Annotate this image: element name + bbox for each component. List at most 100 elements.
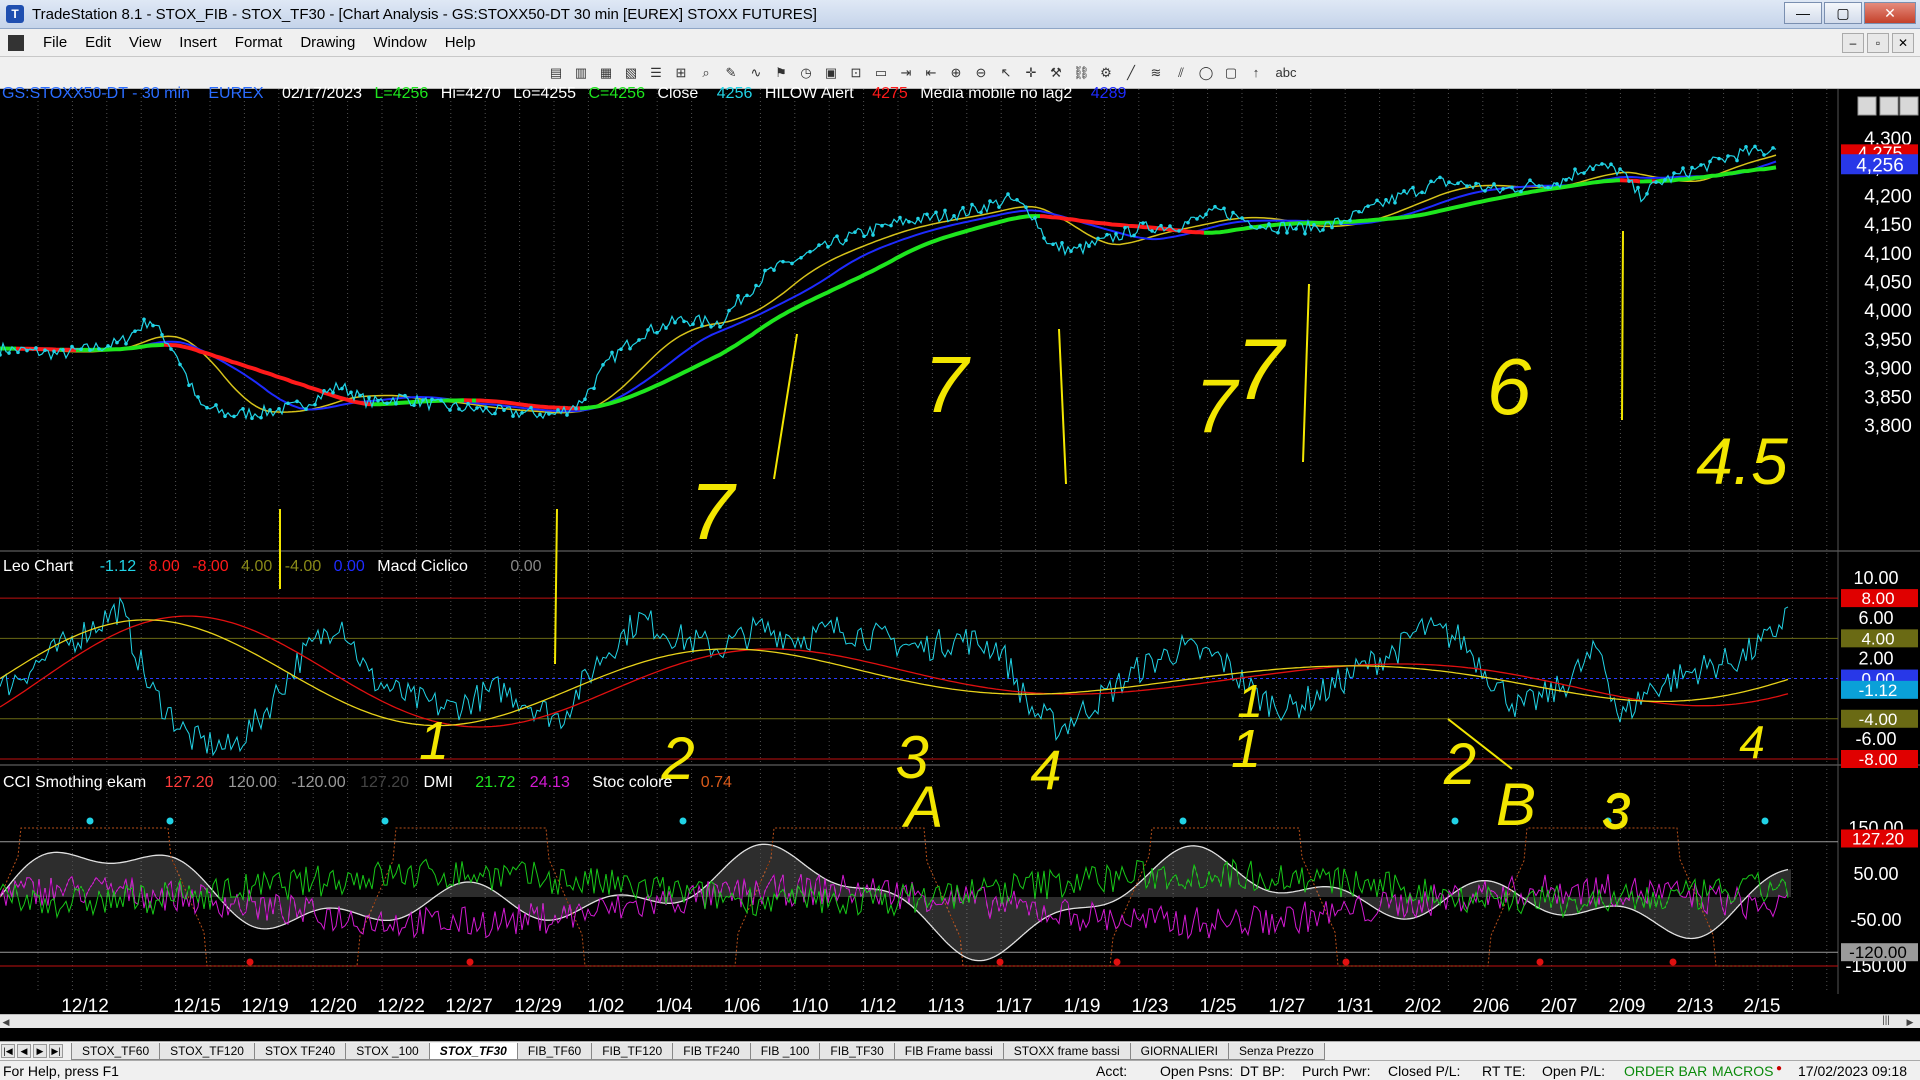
cci-value-1: 120.00 bbox=[228, 774, 277, 791]
tab-fib-frame-bassi[interactable]: FIB Frame bassi bbox=[893, 1043, 1004, 1060]
compress-icon[interactable]: ⇤ bbox=[923, 65, 939, 81]
menu-window[interactable]: Window bbox=[364, 34, 435, 51]
hilow-value: 4275 bbox=[872, 85, 908, 102]
tab-stox-100[interactable]: STOX _100 bbox=[345, 1043, 430, 1060]
price-axis-label: 4,050 bbox=[1864, 273, 1912, 294]
tab-next-icon[interactable]: ▶ bbox=[33, 1044, 47, 1058]
menu-edit[interactable]: Edit bbox=[76, 34, 120, 51]
status-macros[interactable]: MACROS bbox=[1712, 1063, 1773, 1079]
price-point bbox=[169, 347, 173, 351]
tab-first-icon[interactable]: |◀ bbox=[1, 1044, 15, 1058]
chart-svg[interactable]: 4,3004,2504,2004,1504,1004,0504,0003,950… bbox=[0, 89, 1920, 1014]
price-point bbox=[529, 405, 533, 410]
circle-icon[interactable]: ◯ bbox=[1198, 65, 1214, 81]
pointer-icon[interactable]: ↖ bbox=[998, 65, 1014, 81]
price-point bbox=[1429, 179, 1433, 184]
price-point bbox=[196, 395, 200, 399]
minimize-button[interactable]: — bbox=[1784, 2, 1822, 24]
tab-fib-tf120[interactable]: FIB_TF120 bbox=[591, 1043, 674, 1060]
price-point bbox=[1060, 241, 1064, 245]
zoom-icon[interactable]: ⌕ bbox=[698, 65, 714, 81]
format-icon[interactable]: ✎ bbox=[723, 65, 739, 81]
indicator-icon[interactable]: ∿ bbox=[748, 65, 764, 81]
mdi-minimize-button[interactable]: – bbox=[1842, 33, 1864, 53]
link-icon[interactable]: ⛓ bbox=[1073, 65, 1090, 81]
chart-type-icon[interactable]: ▤ bbox=[548, 65, 564, 81]
price-point bbox=[358, 393, 362, 398]
leo-pane-header: Leo Chart -1.12 8.00 -8.00 4.00 -4.00 0.… bbox=[3, 558, 556, 576]
text-icon[interactable]: abc bbox=[1273, 65, 1299, 81]
channel-icon[interactable]: ⫽ bbox=[1173, 65, 1189, 81]
status-order-bar[interactable]: ORDER BAR bbox=[1624, 1063, 1707, 1079]
window-icon[interactable]: ▭ bbox=[873, 65, 889, 81]
hand-icon[interactable]: ☰ bbox=[648, 65, 664, 81]
strategy-icon[interactable]: ⚑ bbox=[773, 65, 789, 81]
x-axis-label: 1/31 bbox=[1337, 996, 1374, 1014]
price-last: L=4256 bbox=[374, 85, 429, 102]
price-point bbox=[835, 234, 839, 238]
scroll-left-icon[interactable]: ◀ bbox=[0, 1016, 12, 1028]
zoom-out-icon[interactable]: ⊖ bbox=[973, 65, 989, 81]
scroll-right-icon[interactable]: ▶ bbox=[1904, 1016, 1916, 1028]
menu-file[interactable]: File bbox=[34, 34, 76, 51]
price-point bbox=[1735, 158, 1739, 163]
price-point bbox=[1411, 185, 1415, 190]
tab-fib-tf30[interactable]: FIB_TF30 bbox=[819, 1043, 895, 1060]
list-icon[interactable]: ▦ bbox=[598, 65, 614, 81]
price-point bbox=[1195, 217, 1199, 221]
document-icon[interactable] bbox=[8, 34, 24, 51]
maximize-button[interactable]: ▢ bbox=[1824, 2, 1862, 24]
x-axis-label: 1/12 bbox=[860, 996, 897, 1014]
tab-fib-tf60[interactable]: FIB_TF60 bbox=[516, 1043, 593, 1060]
menu-format[interactable]: Format bbox=[226, 34, 292, 51]
menu-insert[interactable]: Insert bbox=[170, 34, 226, 51]
tab-fib-tf240[interactable]: FIB TF240 bbox=[672, 1043, 751, 1060]
leo-axis-label: -6.00 bbox=[1855, 729, 1896, 749]
tab-giornalieri[interactable]: GIORNALIERI bbox=[1129, 1043, 1229, 1060]
x-axis-label: 1/04 bbox=[656, 996, 693, 1014]
clock-icon[interactable]: ◷ bbox=[798, 65, 814, 81]
arrow-icon[interactable]: ↑ bbox=[1248, 65, 1264, 81]
horizontal-scrollbar[interactable]: ◀ ||| ▶ bbox=[0, 1014, 1920, 1028]
menu-drawing[interactable]: Drawing bbox=[291, 34, 364, 51]
tab-prev-icon[interactable]: ◀ bbox=[17, 1044, 31, 1058]
tab-stox-tf240[interactable]: STOX TF240 bbox=[253, 1043, 347, 1060]
rect-icon[interactable]: ▢ bbox=[1223, 65, 1239, 81]
x-axis-label: 1/17 bbox=[996, 996, 1033, 1014]
data-icon[interactable]: ⊡ bbox=[848, 65, 864, 81]
tools-icon[interactable]: ⚒ bbox=[1048, 65, 1064, 81]
price-point bbox=[1123, 225, 1127, 230]
scroll-thumb-icon[interactable]: ||| bbox=[1880, 1015, 1892, 1027]
price-point bbox=[646, 328, 650, 332]
tab-stoxx-frame-bassi[interactable]: STOXX frame bassi bbox=[1002, 1043, 1131, 1060]
x-axis-label: 1/25 bbox=[1200, 996, 1237, 1014]
fib-icon[interactable]: ≋ bbox=[1148, 65, 1164, 81]
price-point bbox=[1114, 232, 1118, 236]
menu-view[interactable]: View bbox=[120, 34, 170, 51]
media-label: Media mobile no lag2 bbox=[920, 85, 1073, 102]
leo-axis-label: 2.00 bbox=[1858, 648, 1893, 668]
mdi-restore-button[interactable]: ▫ bbox=[1867, 33, 1889, 53]
chart-area[interactable]: 4,3004,2504,2004,1504,1004,0504,0003,950… bbox=[0, 85, 1920, 1028]
crosshair-icon[interactable]: ✛ bbox=[1023, 65, 1039, 81]
calendar-icon[interactable]: ▣ bbox=[823, 65, 839, 81]
bar-icon[interactable]: ▥ bbox=[573, 65, 589, 81]
expand-icon[interactable]: ⇥ bbox=[898, 65, 914, 81]
settings-icon[interactable]: ⚙ bbox=[1098, 65, 1114, 81]
tab-stox-tf120[interactable]: STOX_TF120 bbox=[159, 1043, 255, 1060]
tab-stox-tf60[interactable]: STOX_TF60 bbox=[71, 1043, 161, 1060]
menu-help[interactable]: Help bbox=[436, 34, 485, 51]
tab-senza-prezzo[interactable]: Senza Prezzo bbox=[1227, 1043, 1325, 1060]
tab-fib-100[interactable]: FIB _100 bbox=[749, 1043, 821, 1060]
zoom-in-icon[interactable]: ⊕ bbox=[948, 65, 964, 81]
trendline-icon[interactable]: ╱ bbox=[1123, 65, 1139, 81]
price-point bbox=[925, 212, 929, 217]
tab-last-icon[interactable]: ▶| bbox=[49, 1044, 63, 1058]
mdi-close-button[interactable]: ✕ bbox=[1892, 33, 1914, 53]
tab-stox-tf30[interactable]: STOX_TF30 bbox=[428, 1043, 518, 1060]
workspace-icon[interactable]: ▧ bbox=[623, 65, 639, 81]
close-button[interactable]: ✕ bbox=[1864, 2, 1916, 24]
price-point bbox=[403, 393, 407, 398]
x-axis-label: 12/20 bbox=[309, 996, 357, 1014]
grid-icon[interactable]: ⊞ bbox=[673, 65, 689, 81]
